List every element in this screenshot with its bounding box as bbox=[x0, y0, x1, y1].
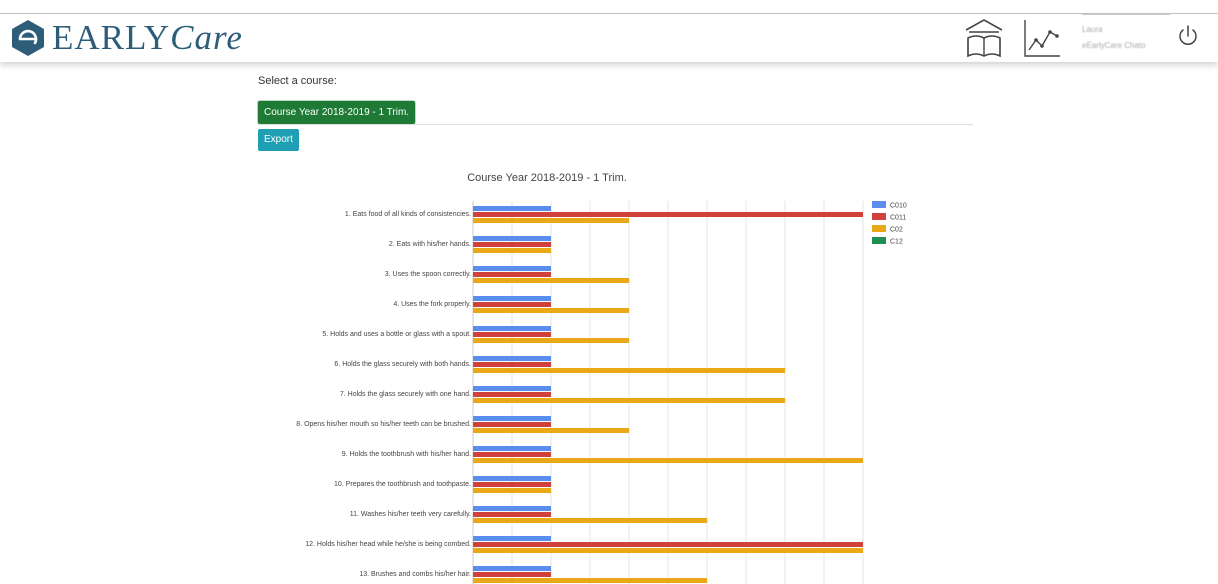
bar-c011 bbox=[473, 482, 551, 487]
user-divider bbox=[1082, 14, 1170, 15]
bar-c010 bbox=[473, 266, 551, 271]
bar-c011 bbox=[473, 542, 863, 547]
bar-c02 bbox=[473, 218, 629, 223]
bar-c011 bbox=[473, 392, 551, 397]
category-label: 7. Holds the glass securely with one han… bbox=[340, 391, 471, 398]
bar-c011 bbox=[473, 302, 551, 307]
bar-c02 bbox=[473, 488, 551, 493]
export-button[interactable]: Export bbox=[258, 129, 299, 151]
bar-c02 bbox=[473, 338, 629, 343]
user-role: eEarlyCare Chato bbox=[1082, 41, 1146, 50]
user-info[interactable]: Laura eEarlyCare Chato bbox=[1082, 14, 1170, 58]
bar-c011 bbox=[473, 512, 551, 517]
bar-c010 bbox=[473, 356, 551, 361]
bar-c02 bbox=[473, 578, 707, 583]
bar-c011 bbox=[473, 452, 551, 457]
bar-c010 bbox=[473, 386, 551, 391]
logo-text-suffix: Care bbox=[170, 18, 243, 57]
bar-c010 bbox=[473, 236, 551, 241]
logo-text: EARLYCare bbox=[52, 18, 243, 58]
bar-c011 bbox=[473, 272, 551, 277]
category-label: 9. Holds the toothbrush with his/her han… bbox=[342, 451, 471, 458]
bar-c010 bbox=[473, 476, 551, 481]
bar-c010 bbox=[473, 446, 551, 451]
bar-chart: Course Year 2018-2019 - 1 Trim. 1. Eats … bbox=[296, 172, 907, 584]
category-label: 2. Eats with his/her hands. bbox=[389, 241, 471, 248]
bar-c011 bbox=[473, 332, 551, 337]
logo[interactable]: EARLYCare bbox=[10, 18, 243, 58]
bar-c011 bbox=[473, 242, 551, 247]
bar-c010 bbox=[473, 206, 551, 211]
bar-c011 bbox=[473, 212, 863, 217]
bar-c02 bbox=[473, 458, 863, 463]
app-header: EARLYCare Laura eEarlyCare Chato bbox=[0, 14, 1218, 62]
bar-c010 bbox=[473, 566, 551, 571]
bar-c02 bbox=[473, 278, 629, 283]
legend-swatch-c02 bbox=[872, 225, 886, 232]
bar-c02 bbox=[473, 368, 785, 373]
bar-c02 bbox=[473, 248, 551, 253]
category-label: 4. Uses the fork properly. bbox=[393, 301, 471, 308]
bar-c02 bbox=[473, 398, 785, 403]
category-label: 3. Uses the spoon correctly. bbox=[385, 271, 471, 278]
bar-c011 bbox=[473, 572, 551, 577]
legend-swatch-c011 bbox=[872, 213, 886, 220]
category-label: 6. Holds the glass securely with both ha… bbox=[334, 361, 471, 368]
course-select-label: Select a course: bbox=[258, 75, 337, 87]
legend-label-c12[interactable]: C12 bbox=[890, 239, 903, 246]
category-label: 10. Prepares the toothbrush and toothpas… bbox=[334, 481, 471, 488]
chart-legend[interactable]: C010 C011 C02 C12 bbox=[872, 201, 907, 246]
user-name: Laura bbox=[1082, 25, 1103, 34]
chart-category-labels: 1. Eats food of all kinds of consistenci… bbox=[296, 211, 471, 578]
category-label: 11. Washes his/her teeth very carefully. bbox=[350, 511, 471, 518]
legend-swatch-c12 bbox=[872, 237, 886, 244]
category-label: 13. Brushes and combs his/her hair. bbox=[359, 571, 471, 578]
bar-c011 bbox=[473, 362, 551, 367]
legend-label-c010[interactable]: C010 bbox=[890, 203, 907, 210]
bar-c010 bbox=[473, 326, 551, 331]
legend-label-c011[interactable]: C011 bbox=[890, 215, 906, 222]
bar-c02 bbox=[473, 428, 629, 433]
logo-text-prefix: EARLY bbox=[52, 18, 171, 57]
chart-line-icon[interactable] bbox=[1020, 16, 1062, 60]
home-book-icon[interactable] bbox=[963, 16, 1005, 60]
bar-c02 bbox=[473, 518, 707, 523]
bar-c02 bbox=[473, 548, 863, 553]
bar-c010 bbox=[473, 506, 551, 511]
bar-c010 bbox=[473, 296, 551, 301]
chart-title: Course Year 2018-2019 - 1 Trim. bbox=[467, 172, 627, 184]
bar-c010 bbox=[473, 416, 551, 421]
bar-c02 bbox=[473, 308, 629, 313]
bar-c010 bbox=[473, 536, 551, 541]
category-label: 1. Eats food of all kinds of consistenci… bbox=[345, 211, 471, 218]
logo-hexagon-icon bbox=[12, 20, 44, 56]
category-label: 5. Holds and uses a bottle or glass with… bbox=[322, 331, 471, 338]
bar-c011 bbox=[473, 422, 551, 427]
category-label: 8. Opens his/her mouth so his/her teeth … bbox=[296, 421, 471, 428]
legend-label-c02[interactable]: C02 bbox=[890, 227, 903, 234]
course-selector-button[interactable]: Course Year 2018-2019 - 1 Trim. bbox=[258, 101, 416, 124]
course-divider bbox=[258, 124, 973, 125]
power-icon[interactable] bbox=[1175, 22, 1201, 50]
category-label: 12. Holds his/her head while he/she is b… bbox=[305, 541, 471, 548]
legend-swatch-c010 bbox=[872, 201, 886, 208]
